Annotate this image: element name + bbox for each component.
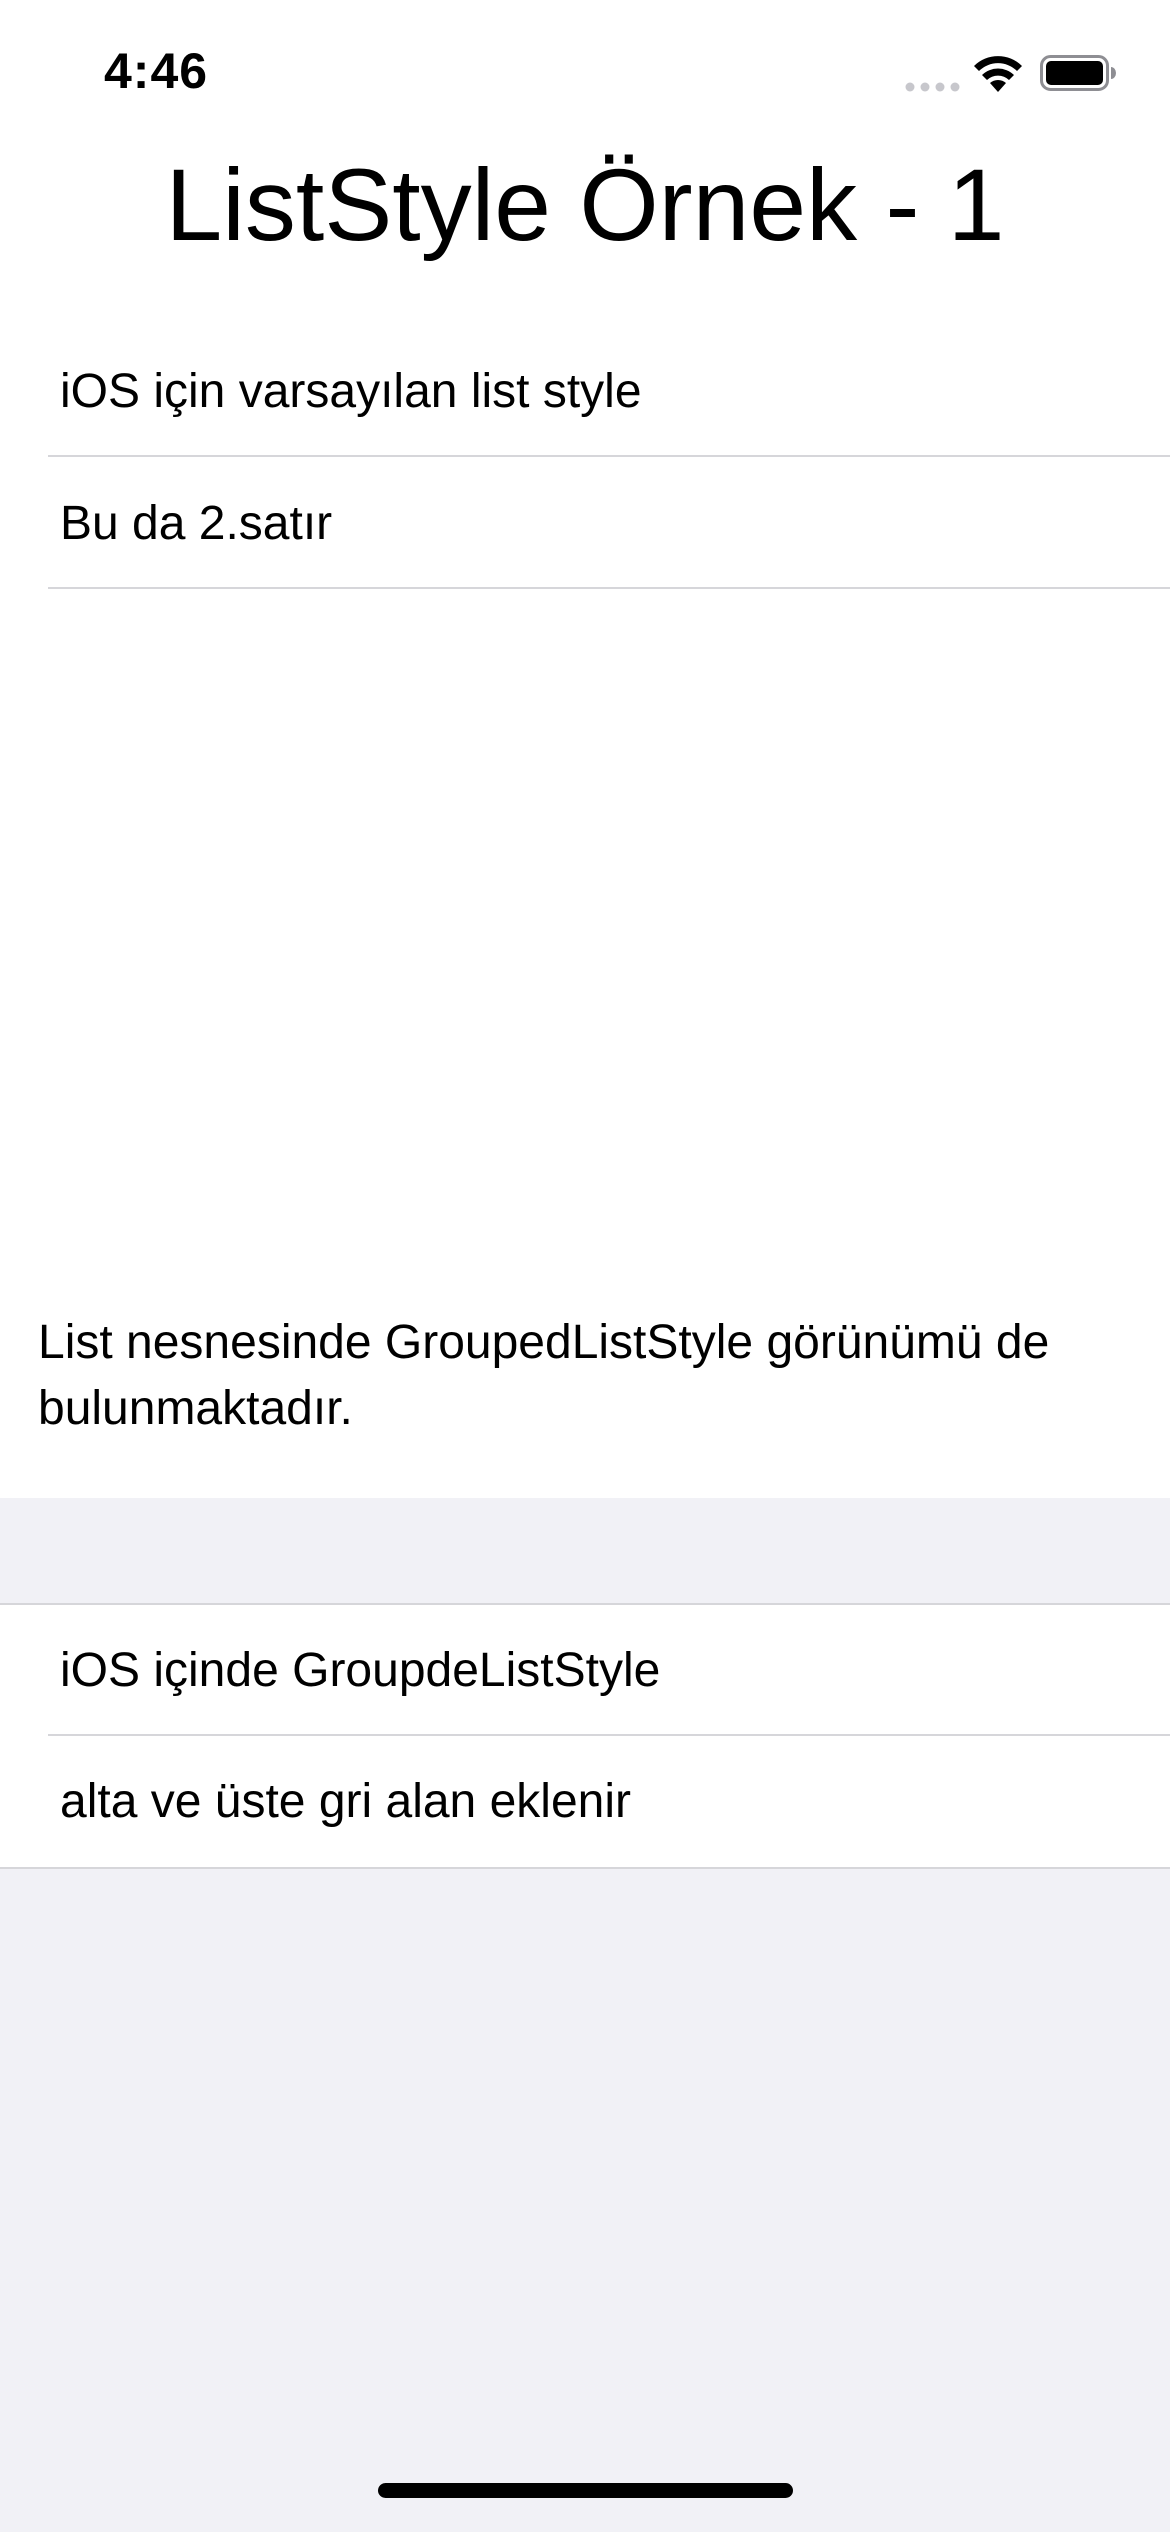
grouped-list-item-label: alta ve üste gri alan eklenir	[60, 1775, 631, 1828]
battery-icon	[1040, 55, 1116, 91]
list-item-label: iOS için varsayılan list style	[60, 364, 642, 418]
grouped-list-item-label: iOS içinde GroupdeListStyle	[60, 1644, 661, 1697]
grouped-list-item[interactable]: alta ve üste gri alan eklenir	[0, 1736, 1170, 1867]
signal-icon	[905, 82, 960, 92]
wifi-icon	[974, 56, 1022, 92]
grouped-list: iOS içinde GroupdeListStyle alta ve üste…	[0, 1603, 1170, 1869]
list-item-label: Bu da 2.satır	[60, 496, 333, 550]
screen: 4:46 ListStyle Örnek - 1 iOS için varsay…	[0, 0, 1170, 2532]
page-title: ListStyle Örnek - 1	[165, 148, 1005, 262]
status-time: 4:46	[104, 43, 209, 99]
list-item[interactable]: Bu da 2.satır	[0, 457, 1170, 589]
status-bar: 4:46	[0, 0, 1170, 140]
grouped-list-item[interactable]: iOS içinde GroupdeListStyle	[0, 1605, 1170, 1736]
home-indicator[interactable]	[378, 2483, 793, 2498]
list-item[interactable]: iOS için varsayılan list style	[0, 325, 1170, 457]
plain-list: iOS için varsayılan list style Bu da 2.s…	[0, 325, 1170, 589]
description-text: List nesnesinde GroupedListStyle görünüm…	[38, 1316, 1050, 1435]
